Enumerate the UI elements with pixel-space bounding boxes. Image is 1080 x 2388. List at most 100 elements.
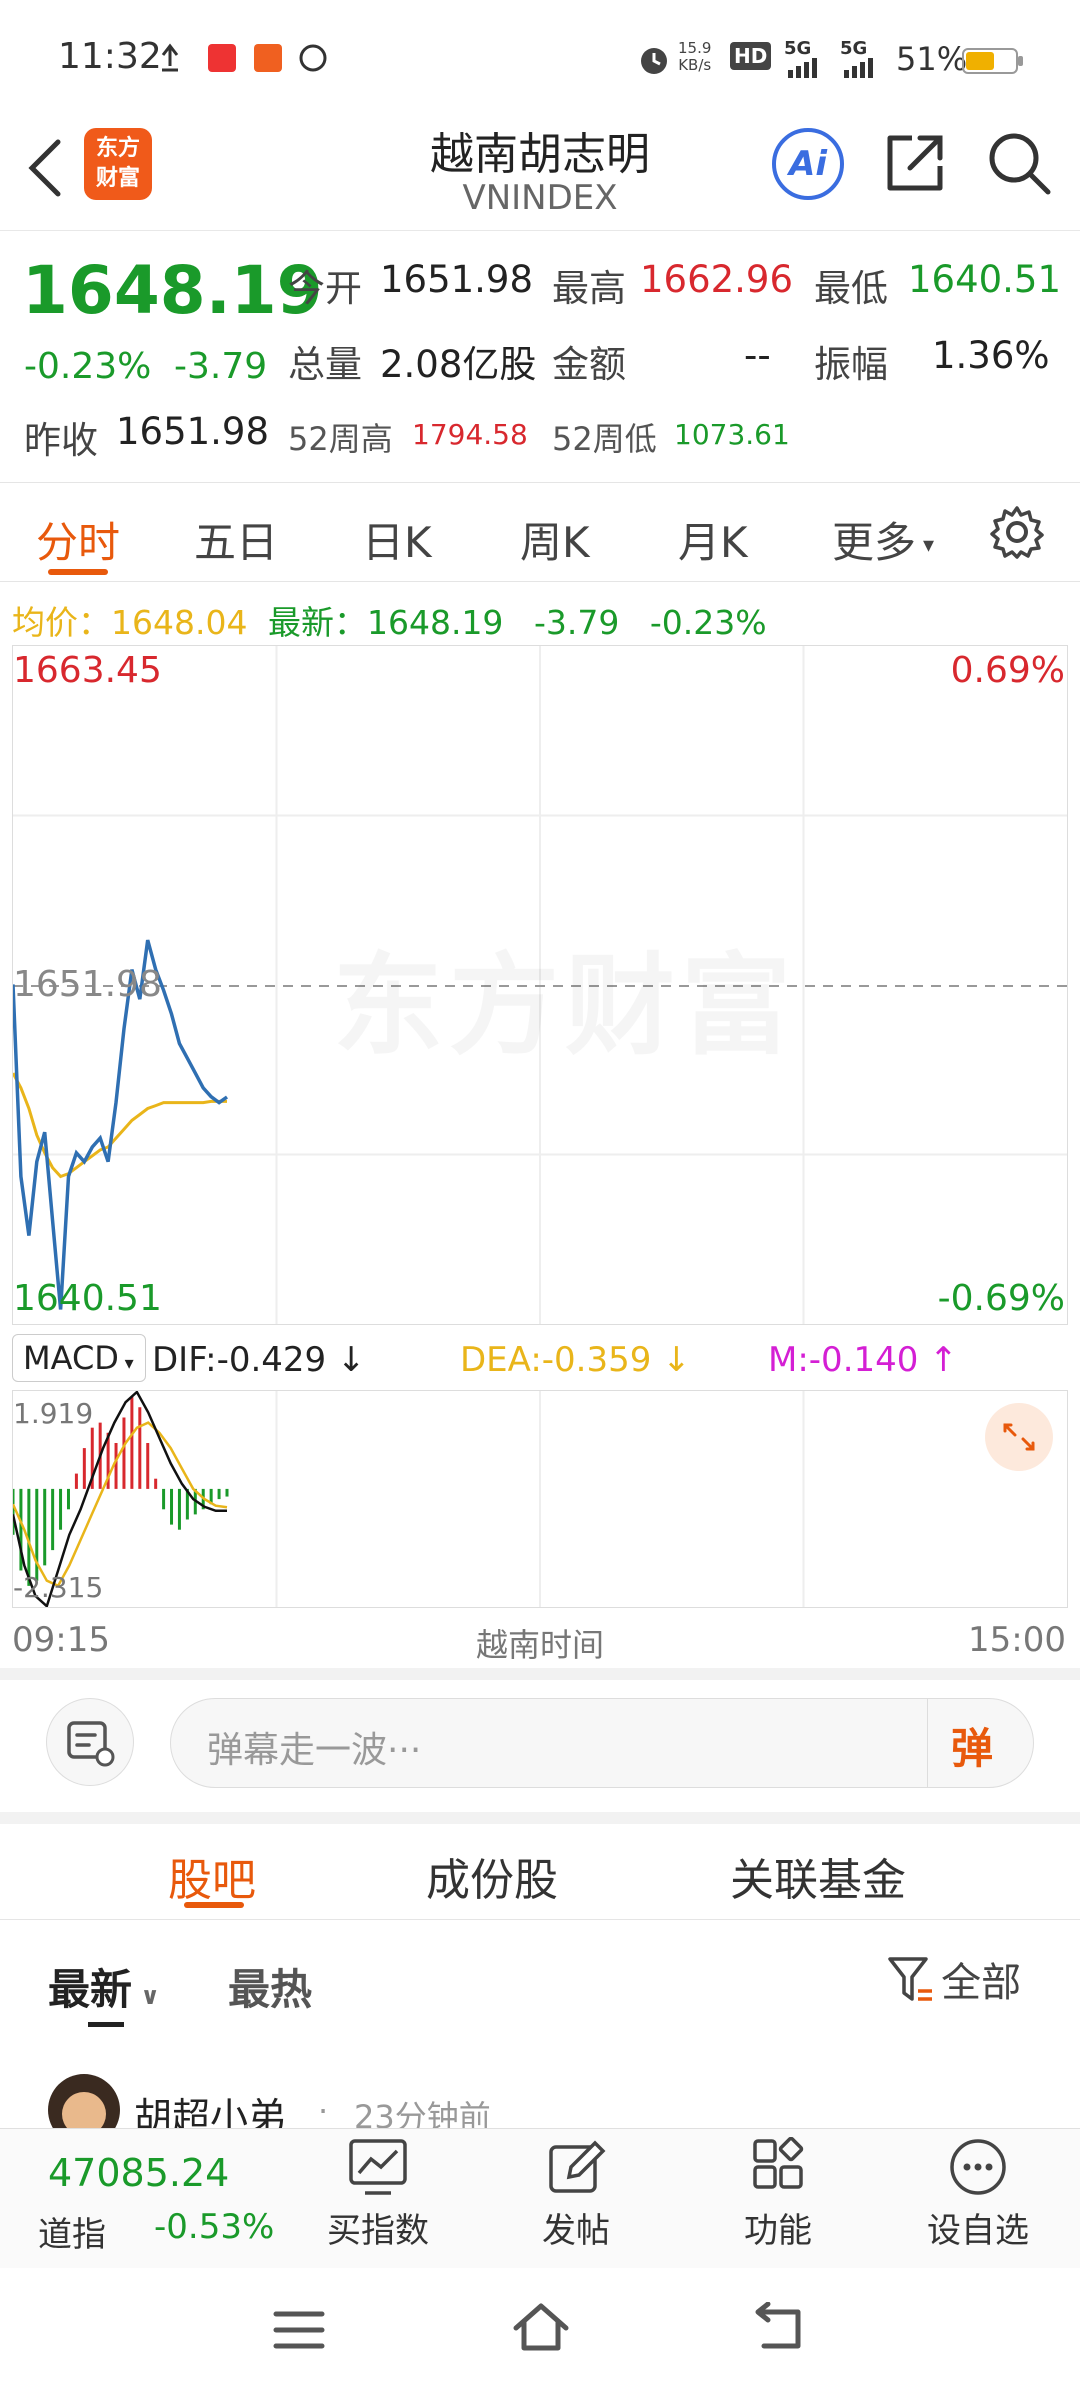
prev-close-value: 1651.98 (116, 410, 270, 453)
y-axis-ref-label: 1651.98 (13, 964, 162, 1005)
low-label: 最低 (814, 267, 888, 310)
app-header: 东方 财富 越南胡志明 VNINDEX Ai (0, 118, 1080, 230)
function-button[interactable]: 功能 (718, 2136, 838, 2267)
tab-intraday[interactable]: 分时 (36, 509, 120, 570)
filter-all-label: 全部 (941, 1960, 1022, 2006)
w52-high-value: 1794.58 (412, 418, 528, 451)
function-label: 功能 (744, 2211, 812, 2251)
tab-monthly-k[interactable]: 月K (678, 509, 748, 570)
signal-icon (788, 58, 817, 78)
menu-icon[interactable] (272, 2306, 328, 2354)
macd-dif: DIF:-0.429 ↓ (152, 1340, 366, 1380)
danmaku-send-button[interactable]: 弹 (951, 1715, 993, 1776)
macd-chart[interactable]: 1.919 -2.315 (12, 1390, 1068, 1608)
community-tab-indicator (184, 1902, 244, 1908)
macd-chart-svg (13, 1391, 805, 1607)
volume-label: 总量 (288, 343, 362, 386)
signal-icon-2 (844, 58, 873, 78)
danmaku-settings-button[interactable] (46, 1698, 134, 1786)
time-axis-end: 15:00 (968, 1620, 1066, 1660)
tab-constituents[interactable]: 成份股 (426, 1844, 558, 1908)
open-value: 1651.98 (380, 258, 534, 301)
tab-weekly-k[interactable]: 周K (520, 509, 590, 570)
net-unit: KB/s (678, 56, 712, 74)
back-nav-icon[interactable] (752, 2302, 808, 2354)
share-icon[interactable] (884, 130, 948, 194)
high-label: 最高 (552, 267, 626, 310)
net-speed: 15.9 (678, 39, 712, 57)
status-time: 11:32 (58, 36, 162, 77)
post-separator: · (318, 2092, 329, 2130)
y-axis-top-label: 1663.45 (13, 650, 162, 691)
volume-value: 2.08亿股 (380, 343, 537, 386)
current-price: 1648.19 (22, 252, 323, 329)
battery-icon (962, 48, 1023, 74)
macd-dea: DEA:-0.359 ↓ (460, 1340, 691, 1380)
system-navigation-bar (0, 2268, 1080, 2388)
price-info-line: 均价：1648.04 最新：1648.19 -3.79 -0.23% (12, 596, 767, 644)
filter-all-button[interactable]: 全部 (886, 1950, 1021, 2008)
ai-button[interactable]: Ai (772, 128, 844, 200)
latest-change-pct: -0.23% (649, 603, 767, 642)
indicator-selector-label: MACD (23, 1339, 119, 1377)
community-tabs: 股吧 成份股 关联基金 (0, 1824, 1080, 1920)
battery-percent: 51% (896, 40, 968, 78)
sort-active-indicator (88, 2022, 124, 2027)
macd-y-bottom: -2.315 (13, 1571, 104, 1604)
pct-axis-bottom-label: -0.69% (937, 1278, 1065, 1319)
filter-icon (888, 1957, 932, 2001)
tab-guba[interactable]: 股吧 (168, 1844, 256, 1908)
sort-latest[interactable]: 最新 ∨ (48, 1956, 160, 2017)
post-label: 发帖 (542, 2211, 610, 2251)
search-icon[interactable] (986, 130, 1052, 196)
macd-header: MACD ▾ DIF:-0.429 ↓ DEA:-0.359 ↓ M:-0.14… (12, 1330, 1068, 1388)
home-icon[interactable] (510, 2300, 572, 2356)
expand-chart-button[interactable] (985, 1403, 1053, 1471)
watchlist-label: 设自选 (927, 2211, 1029, 2251)
tab-related-funds[interactable]: 关联基金 (730, 1844, 906, 1908)
avg-price-line (13, 1072, 227, 1179)
status-notification-icons (161, 43, 327, 72)
tab-daily-k[interactable]: 日K (362, 509, 432, 570)
status-bar: 11:32 15.9 KB/s HD 5G 5G 51% (0, 0, 1080, 118)
low-value: 1640.51 (908, 258, 1062, 301)
settings-gear-icon[interactable] (990, 505, 1044, 559)
buy-index-button[interactable]: 买指数 (318, 2137, 438, 2267)
indicator-selector[interactable]: MACD ▾ (12, 1334, 146, 1382)
dow-value: 47085.24 (48, 2151, 230, 2195)
sort-hot[interactable]: 最热 (228, 1956, 312, 2017)
amount-value: -- (744, 334, 771, 377)
intraday-chart[interactable]: 东方财富 1663.45 1651.98 1640.51 0.69% -0.69… (12, 645, 1068, 1325)
add-watchlist-button[interactable]: 设自选 (918, 2137, 1038, 2267)
w52-low-value: 1073.61 (674, 418, 790, 451)
edit-icon (549, 2140, 606, 2193)
dow-index-ticker[interactable]: 47085.24 道指 -0.53% (0, 2129, 300, 2269)
watermark: 东方财富 (333, 916, 797, 1076)
danmaku-placeholder: 弹幕走一波··· (207, 1730, 422, 1771)
latest-value: 1648.19 (366, 603, 504, 642)
macd-m: M:-0.140 ↑ (768, 1340, 958, 1380)
latest-label: 最新： (267, 603, 367, 642)
amount-label: 金额 (552, 343, 626, 386)
tab-more[interactable]: 更多 ▾ (832, 509, 934, 570)
avg-value: 1648.04 (111, 603, 248, 642)
section-divider (0, 1668, 1080, 1680)
latest-change: -3.79 (533, 603, 620, 642)
dow-change: -0.53% (154, 2207, 275, 2247)
hd-badge: HD (730, 42, 772, 70)
avg-label: 均价： (12, 603, 111, 642)
section-divider-2 (0, 1812, 1080, 1824)
time-axis-label: 越南时间 (475, 1626, 604, 1664)
pct-axis-top-label: 0.69% (950, 650, 1065, 691)
dow-label: 道指 (38, 2215, 106, 2255)
amplitude-value: 1.36% (932, 334, 1050, 377)
chart-trend-icon (349, 2139, 407, 2195)
period-tabs: 分时 五日 日K 周K 月K 更多 ▾ (0, 482, 1080, 582)
tab-active-indicator (48, 569, 108, 575)
change-percent: -0.23% (24, 346, 152, 387)
post-button[interactable]: 发帖 (516, 2137, 636, 2267)
danmaku-input[interactable]: 弹幕走一波··· 弹 (170, 1698, 1034, 1788)
w52-high-label: 52周高 (288, 420, 393, 458)
tab-five-day[interactable]: 五日 (194, 509, 278, 570)
macd-grid (275, 1391, 805, 1607)
